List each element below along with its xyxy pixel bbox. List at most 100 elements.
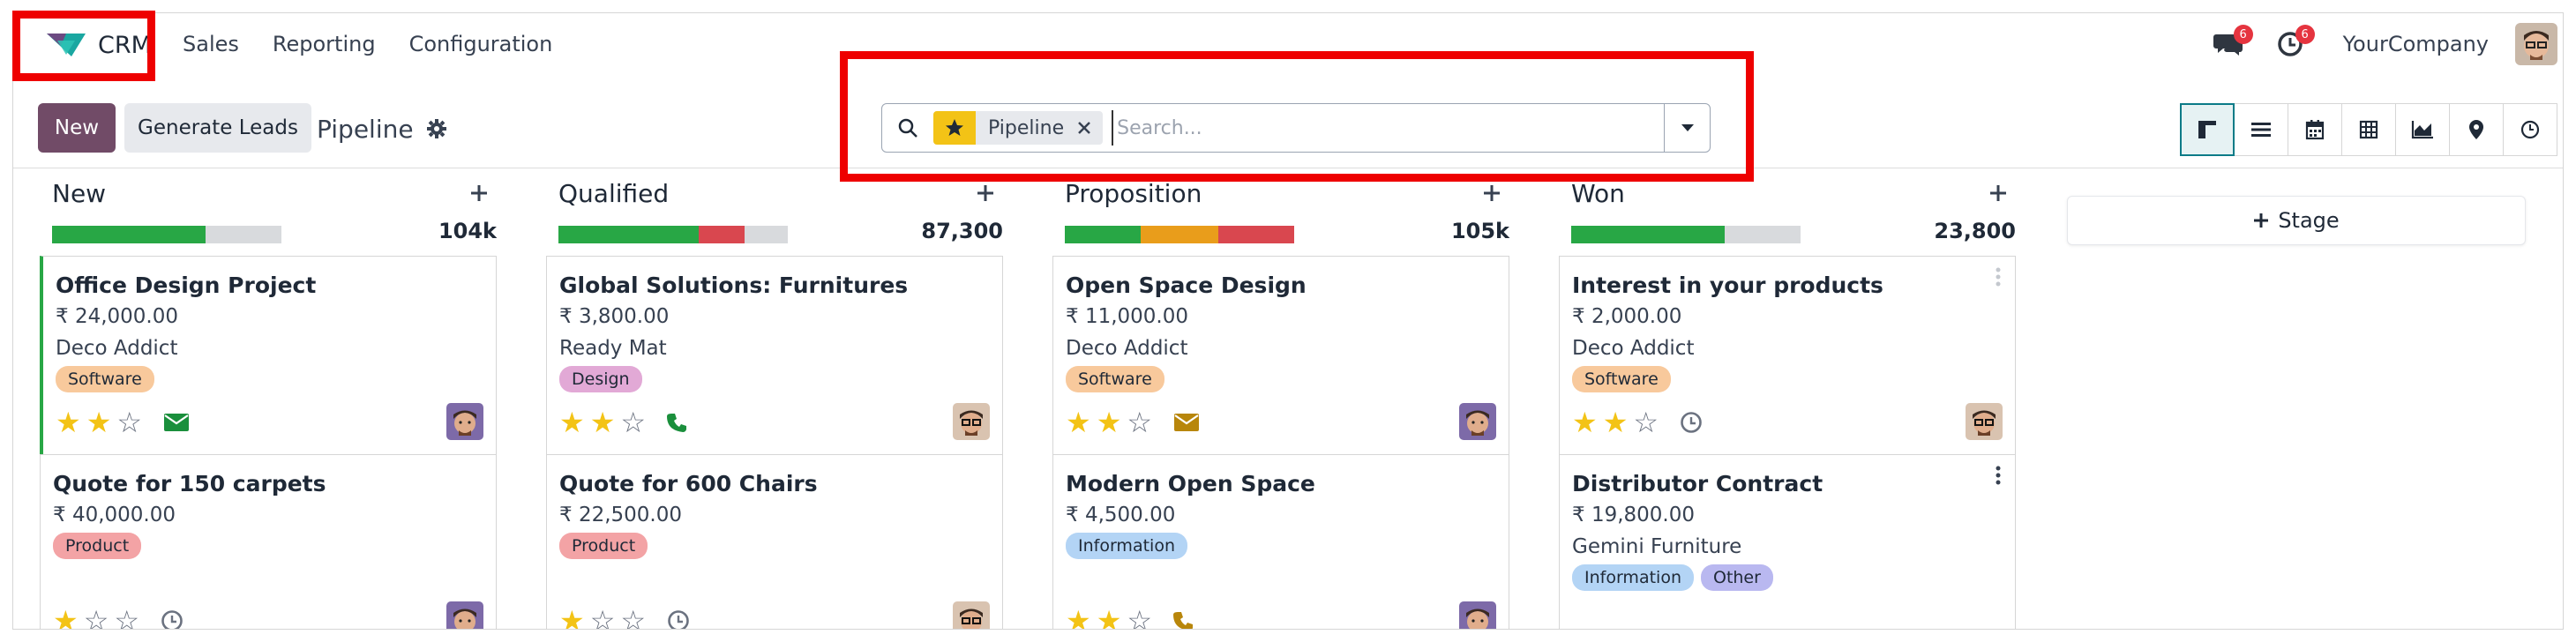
quick-create-button[interactable] <box>461 178 497 209</box>
progress-segment[interactable] <box>1218 226 1294 243</box>
progress-bar[interactable] <box>1065 226 1294 243</box>
map-pin-icon <box>2469 120 2483 139</box>
salesperson-avatar[interactable] <box>446 601 483 629</box>
activity-view-button[interactable] <box>2503 103 2557 156</box>
messages-button[interactable]: 6 <box>2211 25 2253 62</box>
progress-segment[interactable] <box>1571 226 1726 243</box>
priority-star-icon[interactable]: ★ <box>590 408 616 437</box>
column-title[interactable]: Won <box>1571 179 1625 208</box>
new-button[interactable]: New <box>38 103 116 153</box>
menu-reporting[interactable]: Reporting <box>273 32 376 56</box>
progress-bar[interactable] <box>1571 226 1801 243</box>
salesperson-avatar[interactable] <box>1459 601 1496 629</box>
column-title[interactable]: Qualified <box>558 179 669 208</box>
tag-list: Information Other <box>1572 564 2003 591</box>
opportunity-card[interactable]: Quote for 600 Chairs ₹ 22,500.00 Product ★ ☆… <box>546 454 1003 629</box>
search-panel-toggle[interactable] <box>1664 104 1710 152</box>
priority-star-icon[interactable]: ☆ <box>1633 408 1659 437</box>
facet-label: Pipeline <box>988 116 1065 139</box>
phone-icon[interactable] <box>667 412 688 433</box>
priority-star-icon[interactable]: ☆ <box>116 408 142 437</box>
pivot-view-button[interactable] <box>2341 103 2396 156</box>
graph-view-button[interactable] <box>2395 103 2450 156</box>
priority-star-icon[interactable]: ☆ <box>620 607 646 629</box>
phone-icon[interactable] <box>1173 610 1194 629</box>
column-title[interactable]: New <box>52 179 106 208</box>
user-avatar-icon <box>2515 23 2557 65</box>
clock-icon[interactable] <box>667 609 690 629</box>
salesperson-avatar[interactable] <box>953 601 990 629</box>
gear-icon[interactable] <box>426 118 447 139</box>
tag-list: Design <box>559 366 990 392</box>
card-menu-button[interactable] <box>1996 466 2001 490</box>
activities-button[interactable]: 6 <box>2273 25 2315 62</box>
calendar-view-button[interactable] <box>2288 103 2342 156</box>
salesperson-avatar[interactable] <box>1966 403 2003 440</box>
opportunity-card[interactable]: Global Solutions: Furnitures ₹ 3,800.00 Re… <box>546 256 1003 455</box>
opportunity-card[interactable]: Interest in your products ₹ 2,000.00 Deco … <box>1559 256 2016 455</box>
priority-star-icon[interactable]: ☆ <box>114 607 139 629</box>
search-button[interactable] <box>882 104 933 152</box>
search-input[interactable] <box>1112 110 1664 146</box>
generate-leads-button[interactable]: Generate Leads <box>124 103 311 153</box>
map-view-button[interactable] <box>2449 103 2504 156</box>
menu-configuration[interactable]: Configuration <box>409 32 553 56</box>
salesperson-avatar[interactable] <box>446 403 483 440</box>
add-stage-button[interactable]: Stage <box>2067 196 2526 245</box>
progress-segment[interactable] <box>1140 226 1219 243</box>
progress-bar[interactable] <box>52 226 281 243</box>
menu-sales[interactable]: Sales <box>183 32 239 56</box>
quick-create-button[interactable] <box>1474 178 1509 209</box>
priority-star-icon[interactable]: ★ <box>559 607 585 629</box>
priority-star-icon[interactable]: ★ <box>559 408 585 437</box>
opportunity-card[interactable]: Distributor Contract ₹ 19,800.00 Gemini Fu… <box>1559 454 2016 629</box>
priority-star-icon[interactable]: ★ <box>86 408 112 437</box>
priority-star-icon[interactable]: ★ <box>1572 408 1598 437</box>
column-title[interactable]: Proposition <box>1065 179 1202 208</box>
priority-star-icon[interactable]: ★ <box>1603 408 1629 437</box>
graph-icon <box>2411 121 2433 139</box>
progress-segment[interactable] <box>1065 226 1141 243</box>
priority-star-icon[interactable]: ★ <box>1097 408 1122 437</box>
quick-create-button[interactable] <box>968 178 1003 209</box>
tag-list: Software <box>1572 366 2003 392</box>
priority-star-icon[interactable]: ☆ <box>84 607 109 629</box>
customer-name: Deco Addict <box>1572 337 1695 360</box>
progress-bar[interactable] <box>558 226 788 243</box>
plus-icon <box>1484 184 1500 201</box>
list-view-button[interactable] <box>2234 103 2288 156</box>
priority-star-icon[interactable]: ★ <box>1066 408 1091 437</box>
opportunity-card[interactable]: Modern Open Space ₹ 4,500.00 Information ★ ★… <box>1052 454 1509 629</box>
priority-star-icon[interactable]: ☆ <box>620 408 646 437</box>
close-icon <box>1078 122 1090 134</box>
app-brand[interactable]: CRM <box>33 17 154 73</box>
priority-star-icon[interactable]: ★ <box>1097 607 1122 629</box>
user-avatar[interactable] <box>2515 23 2557 65</box>
priority-star-icon[interactable]: ☆ <box>1127 408 1152 437</box>
clock-icon[interactable] <box>1680 411 1703 434</box>
priority-star-icon[interactable]: ★ <box>53 607 79 629</box>
priority-star-icon[interactable]: ☆ <box>1127 607 1152 629</box>
facet-remove-button[interactable] <box>1076 111 1103 145</box>
card-footer: ★ ★ ☆ <box>1572 408 1703 437</box>
salesperson-avatar[interactable] <box>1459 403 1496 440</box>
progress-segment[interactable] <box>558 226 699 243</box>
priority-star-icon[interactable]: ★ <box>56 408 81 437</box>
opportunity-card[interactable]: Office Design Project ₹ 24,000.00 Deco Add… <box>40 256 497 455</box>
opportunity-card[interactable]: Open Space Design ₹ 11,000.00 Deco Addict S… <box>1052 256 1509 455</box>
priority-star-icon[interactable]: ★ <box>1066 607 1091 629</box>
email-icon[interactable] <box>1173 413 1200 432</box>
crm-logo-icon <box>47 34 86 56</box>
tag-badge: Software <box>1066 366 1164 392</box>
priority-star-icon[interactable]: ☆ <box>590 607 616 629</box>
card-menu-button[interactable] <box>1996 267 2001 292</box>
kanban-view-button[interactable] <box>2180 103 2235 156</box>
clock-icon[interactable] <box>161 609 183 629</box>
company-switcher[interactable]: YourCompany <box>2343 32 2489 56</box>
salesperson-avatar[interactable] <box>953 403 990 440</box>
email-icon[interactable] <box>163 413 190 432</box>
progress-segment[interactable] <box>52 226 206 243</box>
opportunity-card[interactable]: Quote for 150 carpets ₹ 40,000.00 Product ★… <box>40 454 497 629</box>
quick-create-button[interactable] <box>1981 178 2016 209</box>
progress-segment[interactable] <box>698 226 745 243</box>
